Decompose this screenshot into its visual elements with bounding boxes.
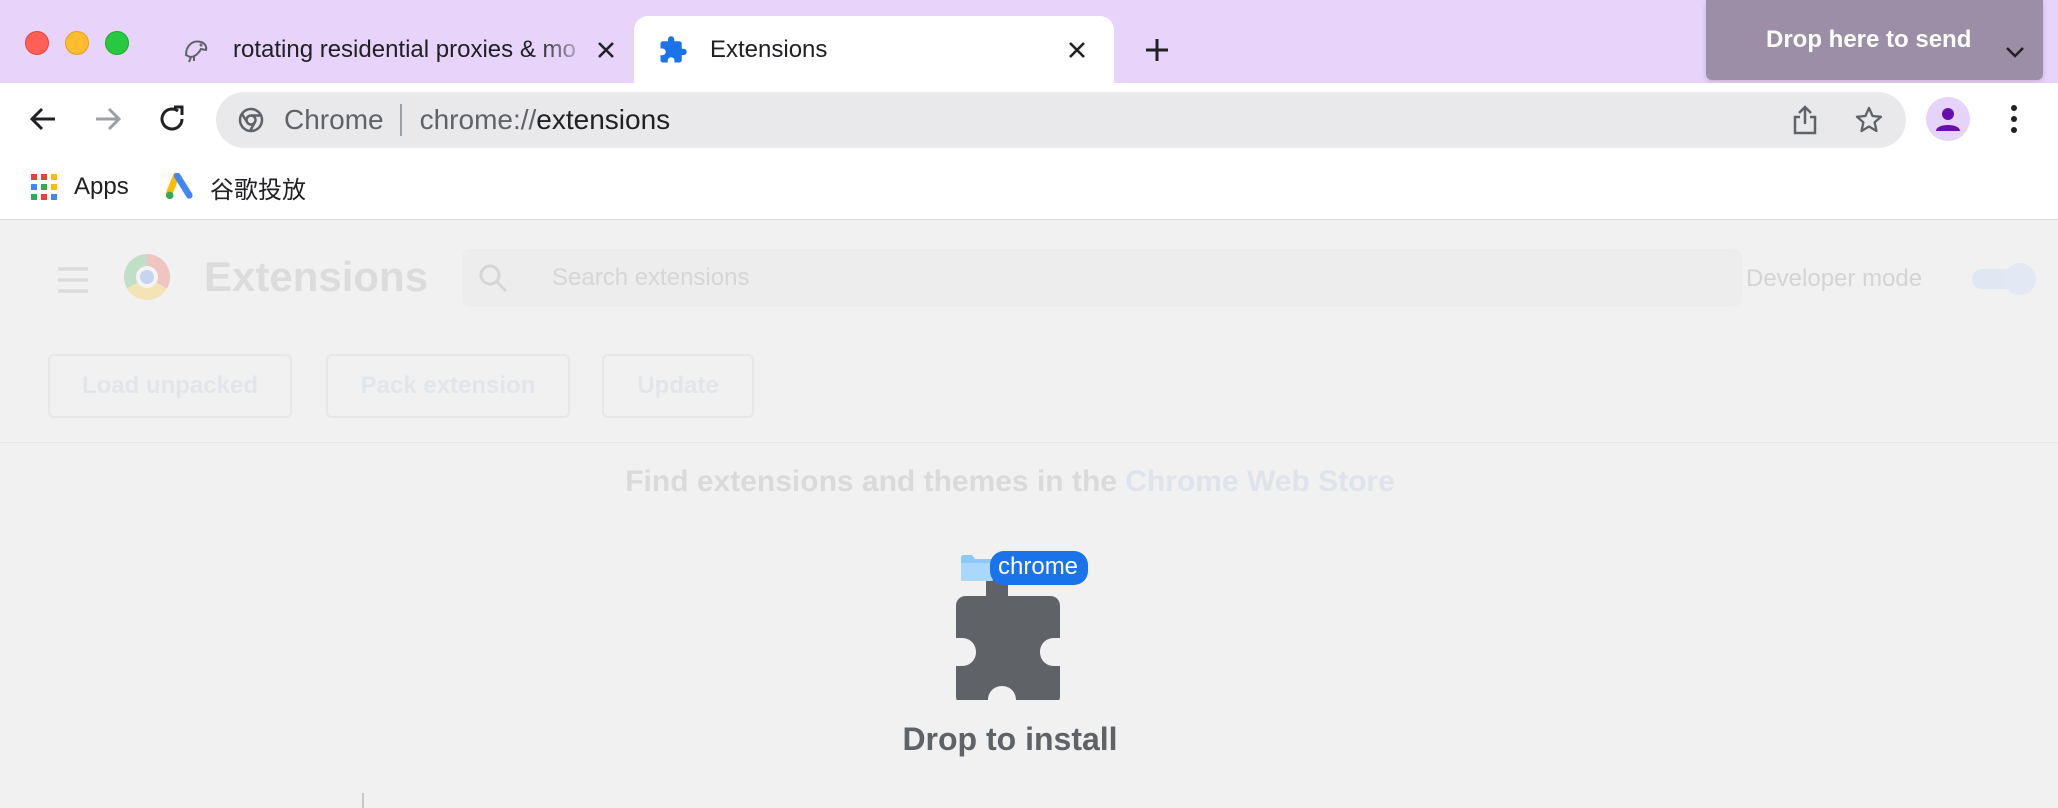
fullscreen-window-button[interactable] bbox=[105, 31, 129, 55]
arrow-right-icon bbox=[96, 107, 122, 131]
tab-title: rotating residential proxies & mo bbox=[233, 35, 576, 63]
arrow-left-icon bbox=[29, 107, 55, 131]
dragged-folder-name: chrome bbox=[990, 551, 1089, 585]
search-placeholder: Search extensions bbox=[552, 264, 750, 291]
url-text[interactable]: chrome://extensions bbox=[420, 104, 671, 136]
new-tab-button[interactable] bbox=[1140, 33, 1174, 67]
header-divider bbox=[0, 442, 2058, 443]
text-cursor-caret bbox=[362, 793, 364, 808]
hamburger-menu-icon[interactable] bbox=[56, 263, 90, 297]
address-bar[interactable]: Chrome chrome://extensions bbox=[216, 92, 1906, 148]
tab-title: Extensions bbox=[710, 35, 828, 63]
forward-button[interactable] bbox=[86, 97, 130, 141]
chrome-menu-button[interactable] bbox=[1996, 97, 2032, 141]
chrome-web-store-link[interactable]: Chrome Web Store bbox=[1125, 465, 1395, 498]
bookmark-label: Apps bbox=[74, 173, 129, 200]
reload-button[interactable] bbox=[150, 97, 194, 141]
kebab-menu-icon bbox=[2011, 105, 2017, 133]
tab-strip: rotating residential proxies & mo Extens… bbox=[0, 0, 2058, 83]
developer-mode-toggle[interactable] bbox=[1972, 263, 2036, 295]
close-tab-icon[interactable] bbox=[1062, 35, 1092, 65]
google-ads-icon bbox=[166, 173, 194, 201]
person-icon bbox=[1936, 108, 1960, 131]
drop-here-to-send-overlay[interactable]: Drop here to send bbox=[1706, 0, 2043, 80]
extensions-header: Extensions Search extensions Developer m… bbox=[0, 221, 2058, 443]
plus-icon bbox=[1146, 39, 1168, 61]
bookmark-label: 谷歌投放 bbox=[210, 176, 306, 204]
reload-icon bbox=[160, 105, 184, 131]
bookmark-star-icon[interactable] bbox=[1852, 103, 1886, 137]
search-icon bbox=[478, 262, 510, 294]
web-store-prompt: Find extensions and themes in the Chrome… bbox=[0, 465, 2020, 499]
url-scheme: chrome:// bbox=[419, 104, 537, 135]
chevron-down-icon[interactable] bbox=[2005, 38, 2025, 66]
developer-mode-label: Developer mode bbox=[1746, 265, 1923, 292]
load-unpacked-button[interactable]: Load unpacked bbox=[48, 354, 292, 418]
chrome-logo-icon bbox=[124, 254, 170, 300]
omnibox-separator bbox=[399, 104, 402, 136]
drop-here-to-send-label: Drop here to send bbox=[1766, 26, 1972, 53]
extensions-page: Extensions Search extensions Developer m… bbox=[0, 221, 2058, 808]
back-button[interactable] bbox=[21, 97, 65, 141]
pack-extension-button[interactable]: Pack extension bbox=[326, 354, 570, 418]
web-store-text: Find extensions and themes in the bbox=[625, 465, 1117, 498]
tab-extensions[interactable]: Extensions bbox=[634, 16, 1114, 83]
puzzle-icon bbox=[658, 35, 688, 65]
drop-puzzle-icon bbox=[956, 574, 1072, 706]
share-icon[interactable] bbox=[1788, 103, 1822, 137]
update-button[interactable]: Update bbox=[602, 354, 754, 418]
page-title: Extensions bbox=[204, 253, 429, 300]
search-extensions-input[interactable]: Search extensions bbox=[462, 249, 1742, 307]
folder-icon bbox=[960, 554, 994, 582]
bird-logo-icon bbox=[181, 35, 211, 65]
bookmark-google-ads[interactable]: 谷歌投放 bbox=[166, 169, 306, 205]
bookmark-apps[interactable]: Apps bbox=[30, 169, 129, 205]
dragged-folder[interactable]: chrome bbox=[960, 551, 1089, 585]
browser-toolbar: Chrome chrome://extensions bbox=[0, 83, 2058, 155]
omnibox-chip-label: Chrome bbox=[284, 104, 384, 135]
apps-grid-icon bbox=[30, 173, 58, 201]
url-path: extensions bbox=[536, 104, 671, 135]
minimize-window-button[interactable] bbox=[65, 31, 89, 55]
close-window-button[interactable] bbox=[25, 31, 49, 55]
profile-avatar-button[interactable] bbox=[1926, 97, 1970, 141]
chrome-page-icon bbox=[238, 106, 266, 134]
tab-rotating-proxies[interactable]: rotating residential proxies & mo bbox=[175, 16, 635, 83]
close-tab-icon[interactable] bbox=[591, 35, 621, 65]
drop-to-install-label: Drop to install bbox=[902, 721, 1118, 757]
bookmarks-bar: Apps 谷歌投放 bbox=[0, 155, 2058, 220]
